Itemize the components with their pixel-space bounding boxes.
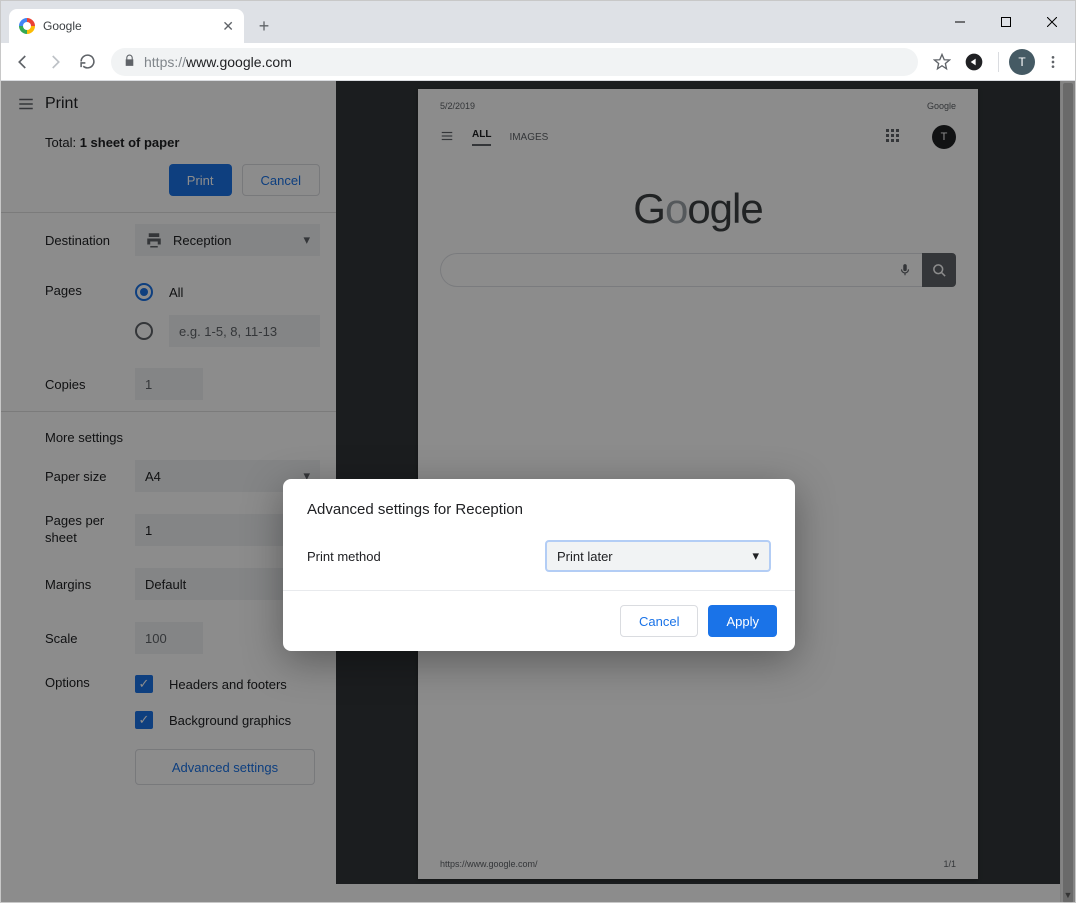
window-minimize-button[interactable]: [937, 1, 983, 43]
new-tab-button[interactable]: +: [250, 12, 278, 40]
google-favicon: [19, 18, 35, 34]
extension-icon[interactable]: [960, 48, 988, 76]
browser-tab[interactable]: Google ✕: [9, 9, 244, 43]
window-maximize-button[interactable]: [983, 1, 1029, 43]
modal-cancel-button[interactable]: Cancel: [620, 605, 698, 637]
window-close-button[interactable]: [1029, 1, 1075, 43]
modal-title: Advanced settings for Reception: [307, 501, 771, 518]
tab-title: Google: [43, 19, 82, 33]
nav-back-button[interactable]: [9, 48, 37, 76]
toolbar-separator: [998, 52, 999, 72]
tab-close-icon[interactable]: ✕: [222, 18, 234, 35]
url-scheme: https://: [144, 54, 186, 70]
nav-reload-button[interactable]: [73, 48, 101, 76]
address-bar[interactable]: https://www.google.com: [111, 48, 918, 76]
chrome-menu-icon[interactable]: [1039, 48, 1067, 76]
print-method-select[interactable]: Print later ▾: [545, 540, 771, 572]
window-titlebar: Google ✕ +: [1, 1, 1075, 43]
url-host: www.google.com: [186, 54, 292, 70]
print-method-label: Print method: [307, 549, 545, 564]
profile-avatar[interactable]: T: [1009, 49, 1035, 75]
lock-icon: [123, 54, 136, 70]
window-controls: [937, 1, 1075, 43]
content-area: Print Total: 1 sheet of paper Print Canc…: [1, 81, 1075, 902]
advanced-settings-modal: Advanced settings for Reception Print me…: [283, 479, 795, 651]
caret-down-icon: ▾: [752, 548, 759, 564]
browser-toolbar: https://www.google.com T: [1, 43, 1075, 81]
bookmark-star-icon[interactable]: [928, 48, 956, 76]
modal-apply-button[interactable]: Apply: [708, 605, 777, 637]
nav-forward-button[interactable]: [41, 48, 69, 76]
